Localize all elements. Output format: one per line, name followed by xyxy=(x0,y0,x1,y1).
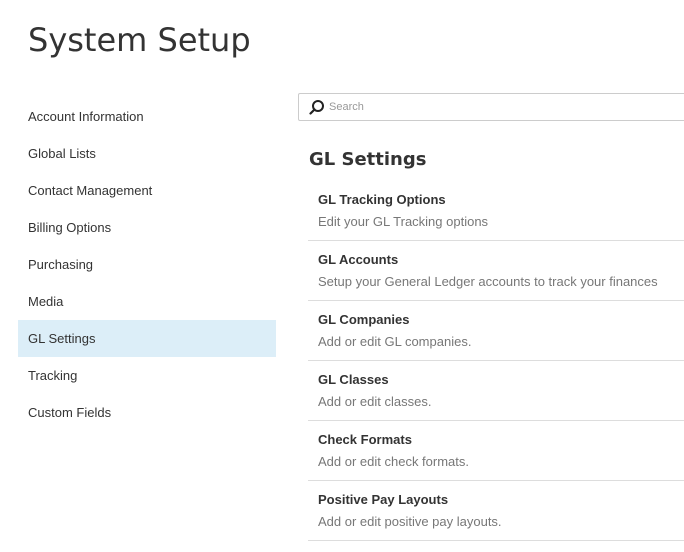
sidebar-item-media[interactable]: Media xyxy=(18,283,276,320)
settings-item-description: Add or edit check formats. xyxy=(318,454,470,469)
sidebar-item-global-lists[interactable]: Global Lists xyxy=(18,135,276,172)
sidebar-item-account-information[interactable]: Account Information xyxy=(18,98,276,135)
section-title: GL Settings xyxy=(309,149,427,170)
search-box xyxy=(298,93,684,121)
settings-item-positive-pay-layouts[interactable]: Positive Pay Layouts Add or edit positiv… xyxy=(308,481,684,541)
settings-item-title: GL Classes xyxy=(318,372,389,387)
search-icon xyxy=(309,99,325,115)
sidebar: Account Information Global Lists Contact… xyxy=(18,98,276,431)
sidebar-item-billing-options[interactable]: Billing Options xyxy=(18,209,276,246)
search-input[interactable] xyxy=(329,101,629,113)
settings-item-title: Check Formats xyxy=(318,432,412,447)
settings-item-description: Add or edit GL companies. xyxy=(318,334,472,349)
settings-item-gl-companies[interactable]: GL Companies Add or edit GL companies. xyxy=(308,301,684,361)
settings-item-title: Positive Pay Layouts xyxy=(318,492,449,507)
page-title: System Setup xyxy=(28,21,251,59)
settings-item-title: GL Accounts xyxy=(318,252,399,267)
sidebar-item-contact-management[interactable]: Contact Management xyxy=(18,172,276,209)
settings-item-check-formats[interactable]: Check Formats Add or edit check formats. xyxy=(308,421,684,481)
settings-item-title: GL Tracking Options xyxy=(318,192,446,207)
sidebar-item-gl-settings[interactable]: GL Settings xyxy=(18,320,276,357)
sidebar-item-custom-fields[interactable]: Custom Fields xyxy=(18,394,276,431)
settings-list: GL Tracking Options Edit your GL Trackin… xyxy=(308,181,684,541)
sidebar-item-purchasing[interactable]: Purchasing xyxy=(18,246,276,283)
settings-item-gl-accounts[interactable]: GL Accounts Setup your General Ledger ac… xyxy=(308,241,684,301)
settings-item-description: Setup your General Ledger accounts to tr… xyxy=(318,274,658,289)
sidebar-item-tracking[interactable]: Tracking xyxy=(18,357,276,394)
settings-item-gl-classes[interactable]: GL Classes Add or edit classes. xyxy=(308,361,684,421)
settings-item-gl-tracking-options[interactable]: GL Tracking Options Edit your GL Trackin… xyxy=(308,181,684,241)
settings-item-description: Add or edit classes. xyxy=(318,394,432,409)
settings-item-title: GL Companies xyxy=(318,312,410,327)
settings-item-description: Edit your GL Tracking options xyxy=(318,214,489,229)
system-setup-page: System Setup Account Information Global … xyxy=(0,0,684,552)
settings-item-description: Add or edit positive pay layouts. xyxy=(318,514,502,529)
